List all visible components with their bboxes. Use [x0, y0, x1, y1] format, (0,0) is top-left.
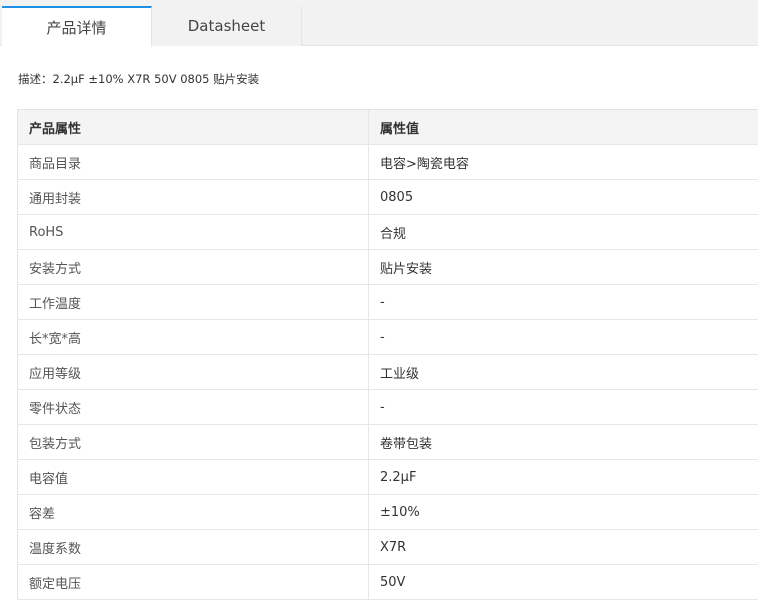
- table-row: 温度系数 X7R: [18, 530, 758, 565]
- attribute-table: 产品属性 属性值 商品目录 电容>陶瓷电容 通用封装 0805 RoHS 合规 安装方式 贴片…: [17, 109, 758, 600]
- attribute-name: 包装方式: [18, 425, 369, 459]
- tab-product-details[interactable]: 产品详情: [2, 6, 152, 47]
- attribute-name: 应用等级: [18, 355, 369, 389]
- table-row: 额定电压 50V: [18, 565, 758, 600]
- attribute-value: -: [380, 294, 385, 310]
- attribute-value: -: [380, 329, 385, 345]
- header-value: 属性值: [380, 121, 420, 137]
- attribute-name: RoHS: [18, 215, 369, 249]
- attribute-name: 电容值: [18, 460, 369, 494]
- attribute-value: 合规: [380, 226, 407, 242]
- table-row: RoHS 合规: [18, 215, 758, 250]
- attribute-name: 容差: [18, 495, 369, 529]
- product-description: 描述：2.2μF ±10% X7R 50V 0805 贴片安装: [18, 71, 259, 87]
- attribute-value: 0805: [380, 189, 414, 205]
- attribute-name: 商品目录: [18, 145, 369, 179]
- table-row: 应用等级 工业级: [18, 355, 758, 390]
- attribute-value: 卷带包装: [380, 436, 433, 452]
- table-row: 安装方式 贴片安装: [18, 250, 758, 285]
- table-header-row: 产品属性 属性值: [18, 110, 758, 145]
- table-row: 电容值 2.2μF: [18, 460, 758, 495]
- attribute-value: 2.2μF: [380, 469, 417, 485]
- attribute-value: 电容>陶瓷电容: [380, 156, 469, 172]
- attribute-name: 额定电压: [18, 565, 369, 599]
- attribute-value: X7R: [380, 539, 407, 555]
- table-row: 商品目录 电容>陶瓷电容: [18, 145, 758, 180]
- table-row: 零件状态 -: [18, 390, 758, 425]
- table-row: 长*宽*高 -: [18, 320, 758, 355]
- tab-datasheet[interactable]: Datasheet: [152, 6, 302, 46]
- attribute-name: 长*宽*高: [18, 320, 369, 354]
- tab-bar: 产品详情 Datasheet: [0, 0, 758, 47]
- header-attribute: 产品属性: [18, 110, 369, 144]
- attribute-value: 贴片安装: [380, 261, 433, 277]
- description-label: 描述：: [18, 72, 53, 86]
- attribute-value: -: [380, 399, 385, 415]
- table-row: 工作温度 -: [18, 285, 758, 320]
- table-row: 容差 ±10%: [18, 495, 758, 530]
- table-row: 包装方式 卷带包装: [18, 425, 758, 460]
- description-value: 2.2μF ±10% X7R 50V 0805 贴片安装: [52, 72, 260, 86]
- attribute-name: 工作温度: [18, 285, 369, 319]
- attribute-name: 零件状态: [18, 390, 369, 424]
- attribute-name: 通用封装: [18, 180, 369, 214]
- attribute-value: ±10%: [380, 504, 420, 520]
- table-row: 通用封装 0805: [18, 180, 758, 215]
- attribute-name: 安装方式: [18, 250, 369, 284]
- attribute-name: 温度系数: [18, 530, 369, 564]
- attribute-value: 50V: [380, 574, 406, 590]
- attribute-value: 工业级: [380, 366, 420, 382]
